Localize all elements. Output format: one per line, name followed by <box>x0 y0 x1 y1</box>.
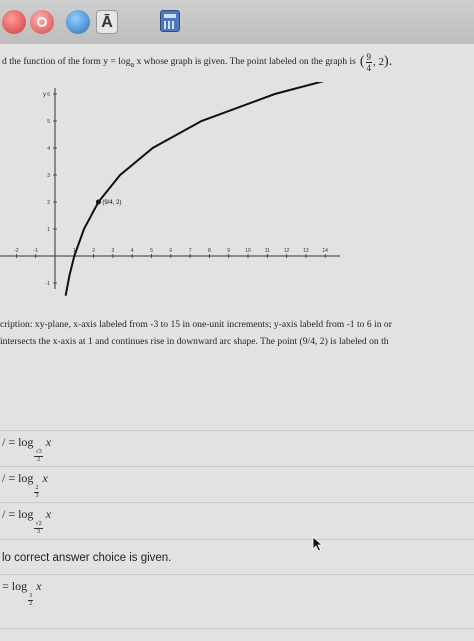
choice-prefix: / = log <box>2 506 34 521</box>
choice-base-den: 3 <box>37 528 41 535</box>
choice-var: x <box>42 470 48 485</box>
choice-prefix: / = log <box>2 434 34 449</box>
answer-choice-d[interactable]: lo correct answer choice is given. <box>0 541 474 575</box>
x-tick-label: 7 <box>189 248 192 254</box>
record-icon[interactable] <box>30 10 54 34</box>
x-tick-label: 8 <box>208 248 211 254</box>
calculator-icon[interactable] <box>160 10 180 32</box>
x-tick-label: 6 <box>169 248 172 254</box>
x-tick-label: 10 <box>245 248 251 254</box>
choice-var: x <box>45 434 52 449</box>
choice-prefix: / = log <box>2 470 34 485</box>
choice-base-den: 3 <box>35 492 39 499</box>
log-graph: xy -3-2-11234567891011121314-1123456 (9/… <box>0 82 340 296</box>
point-label: (9 4, 2). <box>359 51 393 73</box>
globe-icon[interactable] <box>66 10 90 34</box>
cursor-icon <box>312 536 324 552</box>
point-den: 4 <box>366 62 372 73</box>
separator <box>0 430 474 431</box>
choice-text: lo correct answer choice is given. <box>2 552 172 564</box>
toolbar: Ā <box>0 0 474 44</box>
point-y: 2 <box>378 56 385 68</box>
point-num: 9 <box>365 51 373 63</box>
separator <box>0 628 474 629</box>
choice-prefix: = log <box>2 578 28 593</box>
answer-choice-e[interactable]: = log 3 2 x <box>0 576 474 610</box>
x-tick-label: 11 <box>265 248 270 254</box>
answer-choice-a[interactable]: / = log √3 2 x <box>0 432 474 466</box>
close-icon[interactable] <box>2 10 26 34</box>
y-tick-label: 2 <box>47 200 50 206</box>
y-tick-label: -1 <box>46 281 51 287</box>
axes: xy <box>0 88 340 289</box>
choice-base-num: 3 <box>28 592 34 601</box>
text-a-icon[interactable]: Ā <box>96 10 118 34</box>
x-tick-label: -2 <box>14 248 19 254</box>
x-tick-label: 5 <box>150 248 153 254</box>
y-tick-label: 5 <box>47 119 50 125</box>
question-base: a <box>130 59 135 69</box>
answer-choice-c[interactable]: / = log √2 3 x <box>0 504 474 538</box>
y-axis-label: y <box>43 92 46 98</box>
choice-base-num: √3 <box>34 448 43 457</box>
labeled-point <box>95 199 101 205</box>
x-tick-label: 13 <box>303 248 309 254</box>
labeled-point-label: (9/4, 2) <box>102 200 121 206</box>
question-prompt: d the function of the form y = loga x wh… <box>0 46 474 78</box>
y-tick-label: 6 <box>47 92 50 98</box>
graph-description: cription: xy-plane, x-axis labeled from … <box>0 316 474 350</box>
separator <box>0 466 474 467</box>
choice-var: x <box>36 578 42 593</box>
choice-base-den: 2 <box>37 456 41 463</box>
x-tick-label: 14 <box>322 248 328 254</box>
question-text: d the function of the form y = log <box>2 55 131 67</box>
answer-choice-b[interactable]: / = log 2 3 x <box>0 468 474 502</box>
description-line-1: cription: xy-plane, x-axis labeled from … <box>0 319 392 330</box>
choice-base-num: 2 <box>34 484 40 493</box>
x-tick-label: 9 <box>227 248 230 254</box>
x-tick-label: 12 <box>284 248 290 254</box>
x-tick-label: 3 <box>112 248 115 254</box>
separator <box>0 539 474 540</box>
y-tick-label: 3 <box>47 173 50 179</box>
y-tick-label: 4 <box>47 146 50 152</box>
y-tick-label: 1 <box>47 227 50 233</box>
x-tick-label: 2 <box>92 248 95 254</box>
choice-base-num: √2 <box>34 520 43 529</box>
choice-base-den: 2 <box>29 600 33 607</box>
choice-var: x <box>45 506 52 521</box>
x-tick-label: -1 <box>33 248 38 254</box>
ticks: -3-2-11234567891011121314-1123456 <box>14 92 328 287</box>
x-tick-label: 4 <box>131 248 134 254</box>
question-text-2: x whose graph is given. The point labele… <box>136 55 356 67</box>
function-curve <box>64 82 325 296</box>
separator <box>0 502 474 503</box>
description-line-2: intersects the x-axis at 1 and continues… <box>0 336 389 347</box>
